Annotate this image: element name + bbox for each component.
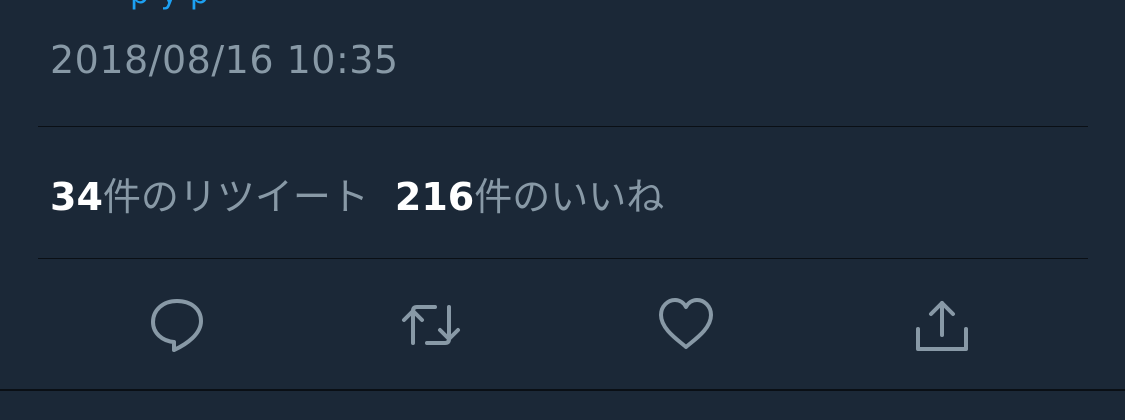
retweet-icon (402, 305, 460, 345)
retweets-count: 34 (50, 174, 103, 219)
reply-button[interactable] (145, 293, 209, 357)
reply-icon (151, 299, 203, 352)
heart-icon (659, 298, 713, 349)
share-icon (916, 301, 968, 351)
likes-count: 216 (394, 174, 475, 219)
likes-label: 件のいいね (474, 174, 665, 219)
like-button[interactable] (654, 293, 718, 357)
engagement-stats: 34件のリツイート 216件のいいね (50, 166, 664, 221)
retweet-button[interactable] (399, 293, 463, 357)
divider (38, 126, 1088, 127)
clipped-tweet-text: p y p (130, 0, 210, 11)
bottom-border (0, 389, 1125, 391)
tweet-timestamp[interactable]: 2018/08/16 10:35 (50, 38, 399, 82)
retweets-stat[interactable]: 34件のリツイート (50, 166, 369, 221)
divider (38, 258, 1088, 259)
share-button[interactable] (910, 293, 974, 357)
likes-stat[interactable]: 216件のいいね (395, 166, 664, 221)
retweets-label: 件のリツイート (102, 174, 369, 219)
